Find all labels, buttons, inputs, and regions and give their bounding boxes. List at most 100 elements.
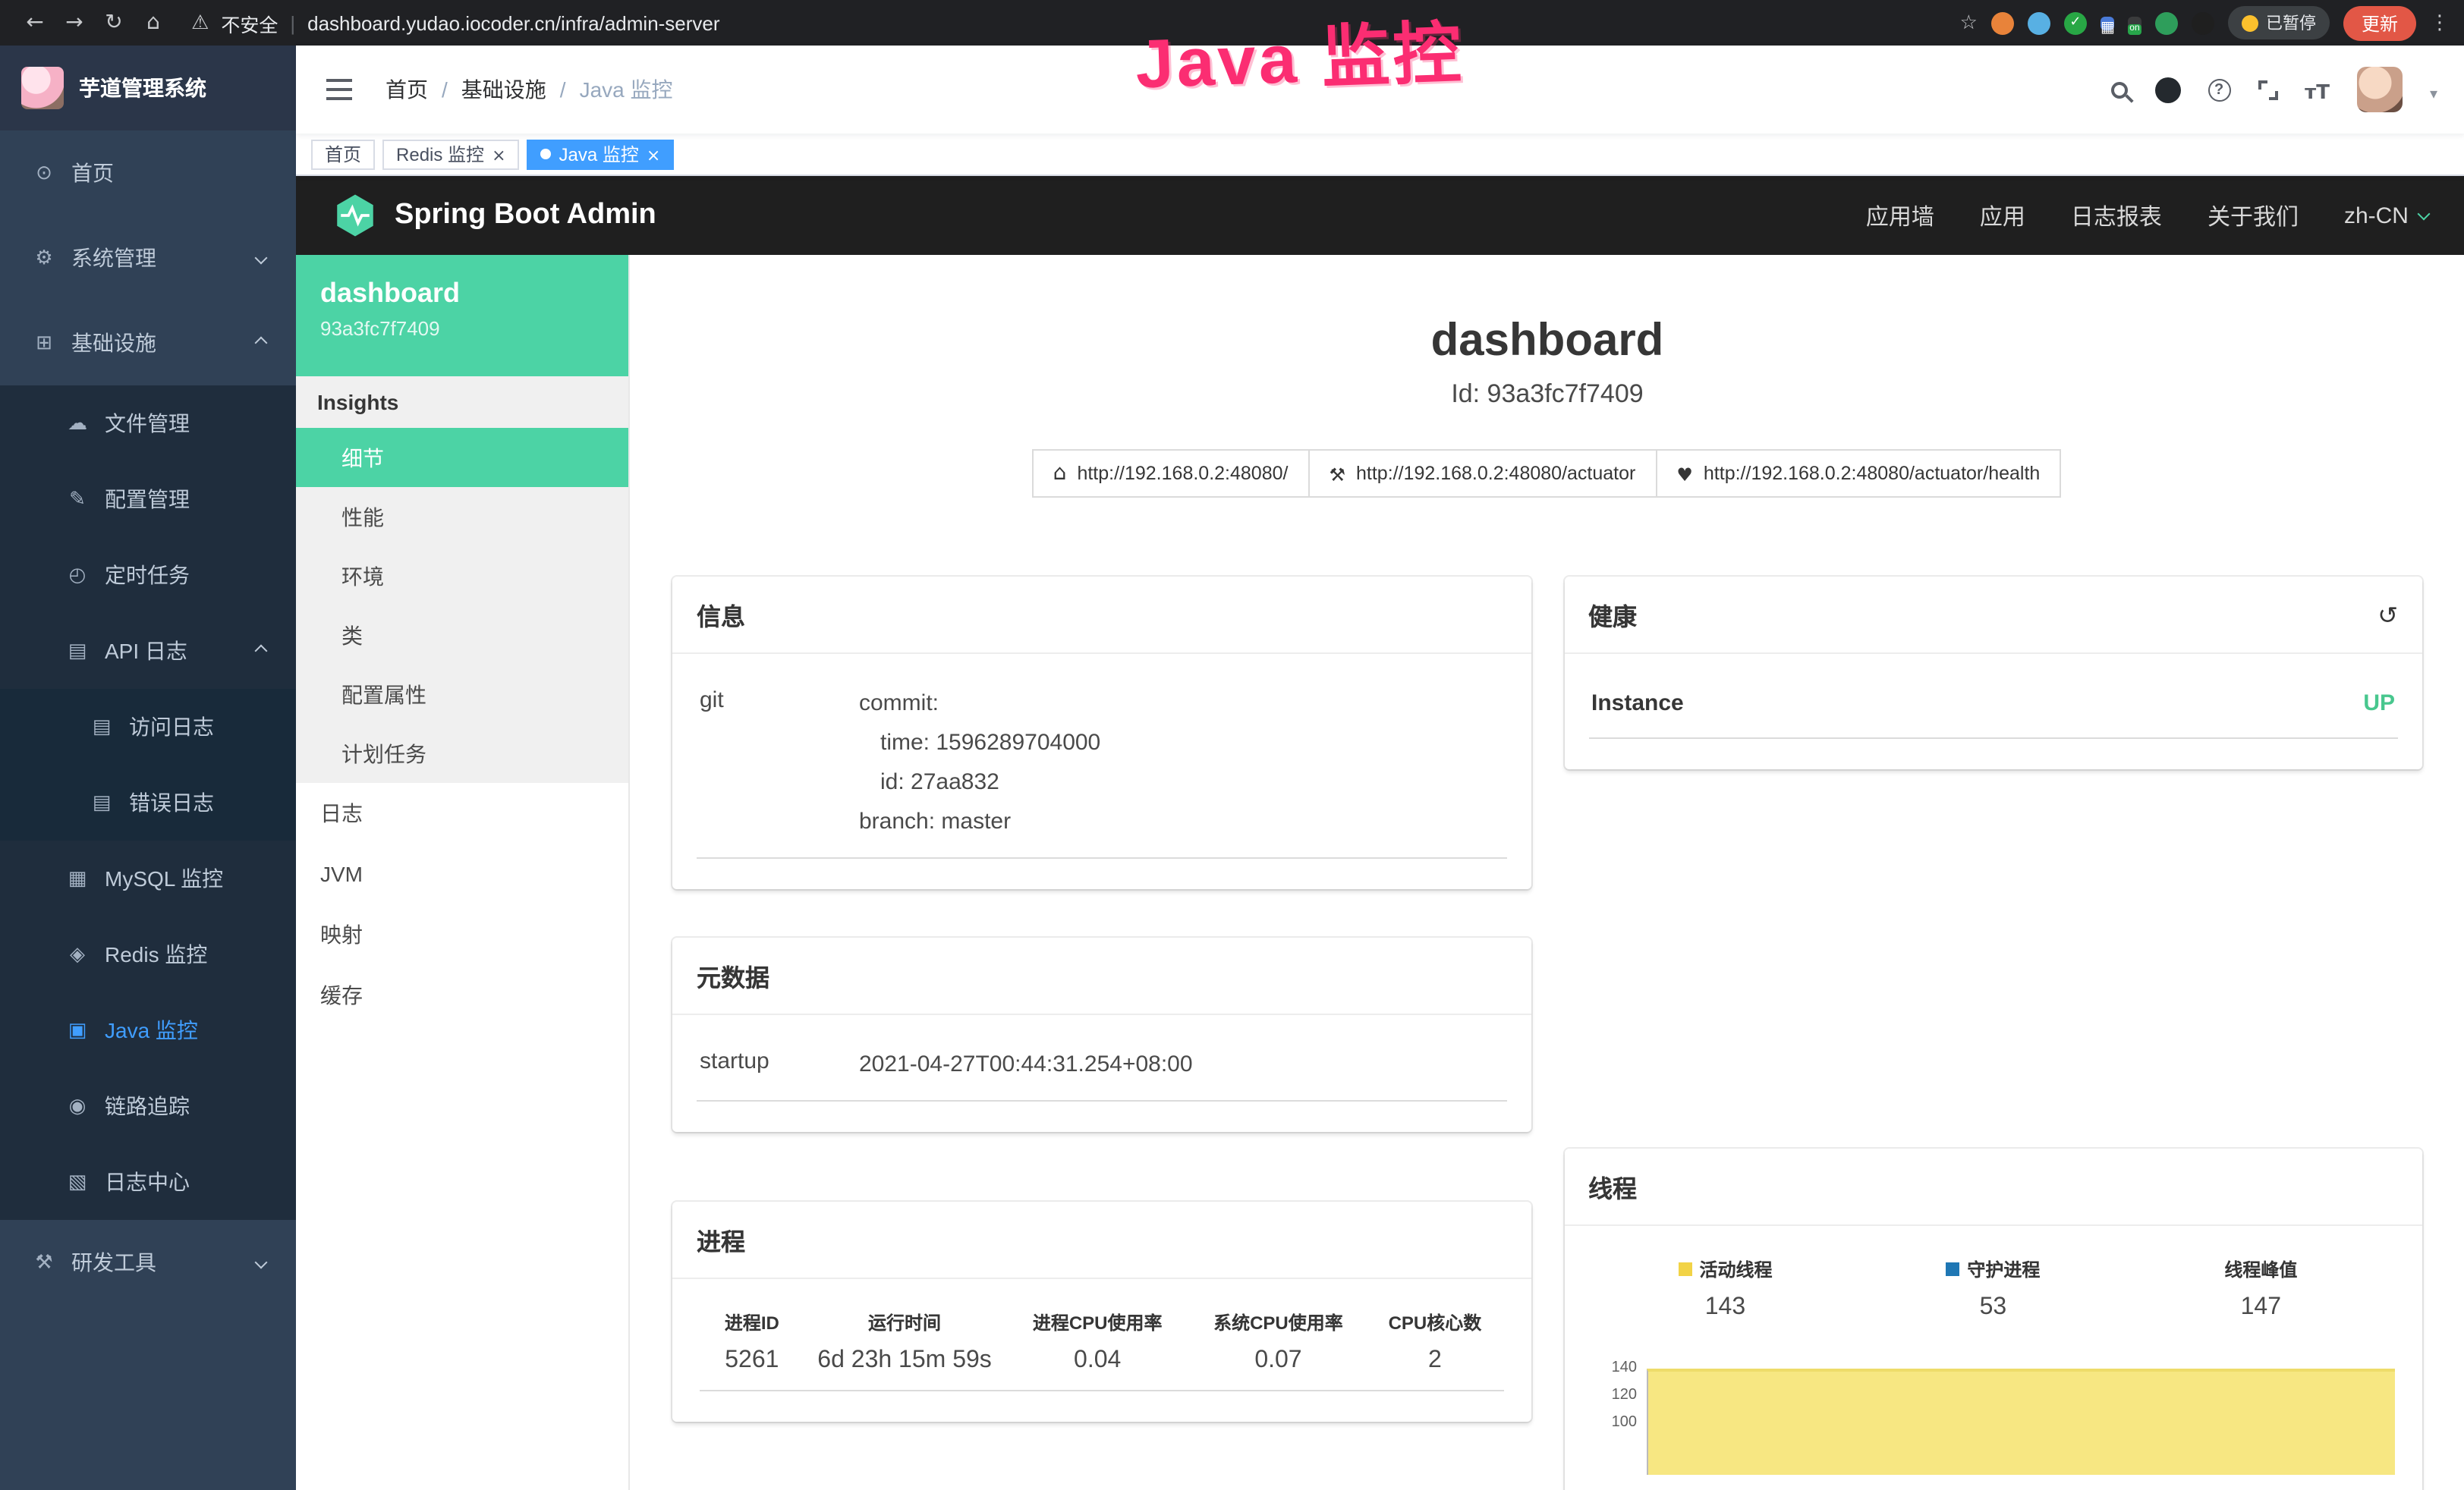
extension-icon-7[interactable]: [2192, 11, 2214, 34]
sba-menu-environment[interactable]: 环境: [296, 546, 628, 605]
sidebar-item-dev-tools[interactable]: 研发工具: [0, 1220, 296, 1305]
metadata-startup-row: startup 2021-04-27T00:44:31.254+08:00: [697, 1033, 1506, 1102]
fullscreen-icon[interactable]: [2258, 80, 2277, 99]
live-threads-value: 143: [1591, 1288, 1859, 1337]
help-icon[interactable]: ?: [2208, 78, 2230, 101]
sidebar-item-mysql-monitor[interactable]: MySQL 监控: [0, 841, 296, 916]
browser-home-icon[interactable]: [134, 11, 173, 35]
extension-icon-5[interactable]: on: [2128, 16, 2141, 30]
link-health-url[interactable]: http://192.168.0.2:48080/actuator/health: [1655, 449, 2061, 498]
extension-icon-6[interactable]: [2155, 11, 2178, 34]
link-root-url[interactable]: http://192.168.0.2:48080/: [1032, 449, 1310, 498]
sidebar-item-api-logs[interactable]: API 日志: [0, 613, 296, 689]
sba-nav-about[interactable]: 关于我们: [2208, 200, 2299, 231]
sba-menu-scheduled-tasks[interactable]: 计划任务: [296, 724, 628, 783]
font-size-icon[interactable]: [2305, 75, 2330, 104]
annotation-java-monitor: Java 监控: [1134, 0, 1466, 108]
close-icon[interactable]: [647, 143, 660, 165]
breadcrumb-infrastructure[interactable]: 基础设施: [461, 74, 546, 105]
sidebar-item-scheduled-jobs[interactable]: 定时任务: [0, 537, 296, 613]
process-pid-value: 5261: [700, 1341, 804, 1390]
sidebar-item-error-log[interactable]: 错误日志: [0, 765, 296, 841]
profile-paused-chip[interactable]: 已暂停: [2228, 6, 2330, 39]
sba-locale-select[interactable]: zh-CN: [2344, 203, 2428, 228]
process-uptime-value: 6d 23h 15m 59s: [804, 1341, 1005, 1390]
health-instance-row[interactable]: Instance UP: [1588, 672, 2398, 739]
sba-section-insights: Insights: [296, 376, 628, 428]
document-icon: [64, 640, 91, 662]
sidebar-item-home[interactable]: 首页: [0, 130, 296, 215]
sba-brand[interactable]: Spring Boot Admin: [332, 193, 656, 238]
tab-home[interactable]: 首页: [311, 139, 375, 169]
sba-menu-caches[interactable]: 缓存: [296, 965, 628, 1026]
extension-icon-4[interactable]: [2101, 16, 2114, 30]
sidebar-item-trace[interactable]: 链路追踪: [0, 1068, 296, 1144]
hamburger-icon[interactable]: [326, 88, 352, 91]
user-avatar[interactable]: [2357, 67, 2403, 112]
browser-menu-icon[interactable]: [2430, 11, 2450, 34]
tags-bar: 首页 Redis 监控 Java 监控: [296, 134, 2464, 176]
sba-instance-header[interactable]: dashboard 93a3fc7f7409: [296, 255, 628, 376]
health-instance-label: Instance: [1591, 690, 1684, 716]
github-icon[interactable]: [2154, 77, 2180, 102]
breadcrumb-home[interactable]: 首页: [385, 74, 428, 105]
sba-menu-jvm[interactable]: JVM: [296, 844, 628, 904]
health-card: 健康 Instance UP: [1564, 577, 2422, 769]
extension-icon-3[interactable]: [2064, 11, 2087, 34]
sba-menu-classes[interactable]: 类: [296, 605, 628, 665]
sba-menu-mappings[interactable]: 映射: [296, 904, 628, 965]
clock-icon: [64, 564, 91, 586]
tab-java-monitor[interactable]: Java 监控: [527, 139, 675, 169]
app-logo[interactable]: 芋道管理系统: [0, 46, 296, 130]
address-bar[interactable]: 不安全 | dashboard.yudao.iocoder.cn/infra/a…: [191, 8, 1960, 37]
health-card-title: 健康: [1588, 596, 1637, 633]
status-badge: UP: [2363, 690, 2395, 716]
browser-reload-icon[interactable]: [94, 11, 134, 35]
sidebar-item-log-center[interactable]: 日志中心: [0, 1144, 296, 1220]
sidebar-item-file-management[interactable]: 文件管理: [0, 385, 296, 461]
process-col-uptime: 运行时间: [804, 1303, 1005, 1341]
extension-icon-1[interactable]: [1991, 11, 2014, 34]
extension-icon-2[interactable]: [2028, 11, 2050, 34]
profile-avatar-icon: [2242, 14, 2258, 31]
sidebar-item-system-management[interactable]: 系统管理: [0, 215, 296, 300]
security-label[interactable]: 不安全: [221, 8, 278, 37]
browser-forward-icon[interactable]: [55, 11, 94, 35]
infrastructure-icon: [30, 332, 58, 354]
browser-right-cluster: on 已暂停 更新: [1960, 5, 2450, 40]
browser-back-icon[interactable]: [15, 11, 55, 35]
sba-menu-details[interactable]: 细节: [296, 428, 628, 487]
sba-menu-logs[interactable]: 日志: [296, 783, 628, 844]
close-icon[interactable]: [492, 143, 505, 165]
link-actuator-url[interactable]: http://192.168.0.2:48080/actuator: [1308, 449, 1657, 498]
sidebar-item-access-log[interactable]: 访问日志: [0, 689, 296, 765]
logo-image: [21, 67, 64, 109]
threads-legend: 活动线程 守护进程: [1588, 1244, 2398, 1337]
info-key: git: [700, 684, 859, 842]
home-icon: [1053, 461, 1067, 486]
sidebar-item-config-management[interactable]: 配置管理: [0, 461, 296, 537]
bookmark-star-icon[interactable]: [1960, 11, 1978, 34]
eye-icon: [64, 1095, 91, 1118]
sba-nav-applications[interactable]: 应用: [1980, 200, 2025, 231]
sidebar-item-java-monitor[interactable]: Java 监控: [0, 992, 296, 1068]
history-icon[interactable]: [2377, 600, 2398, 629]
sba-menu-config-properties[interactable]: 配置属性: [296, 665, 628, 724]
info-card-title: 信息: [697, 596, 745, 633]
browser-update-button[interactable]: 更新: [2343, 5, 2416, 40]
sidebar-item-redis-monitor[interactable]: Redis 监控: [0, 916, 296, 992]
metadata-card: 元数据 startup 2021-04-27T00:44:31.254+08:0…: [672, 938, 1531, 1132]
tab-redis-monitor[interactable]: Redis 监控: [382, 139, 519, 169]
page-title: dashboard: [630, 316, 2464, 367]
search-icon[interactable]: [2110, 81, 2127, 98]
sidebar-item-infrastructure[interactable]: 基础设施: [0, 300, 296, 385]
sba-nav-wallboard[interactable]: 应用墙: [1866, 200, 1934, 231]
url-text[interactable]: dashboard.yudao.iocoder.cn/infra/admin-s…: [307, 11, 719, 34]
threads-card: 线程 活动线程: [1564, 1149, 2422, 1490]
avatar-caret-icon[interactable]: [2430, 75, 2437, 104]
sba-nav-journal[interactable]: 日志报表: [2071, 200, 2162, 231]
daemon-threads-label: 守护进程: [1967, 1256, 2040, 1282]
sba-menu-performance[interactable]: 性能: [296, 487, 628, 546]
sba-sidebar: dashboard 93a3fc7f7409 Insights 细节 性能 环境…: [296, 255, 630, 1490]
process-col-sys-cpu: 系统CPU使用率: [1190, 1303, 1367, 1341]
